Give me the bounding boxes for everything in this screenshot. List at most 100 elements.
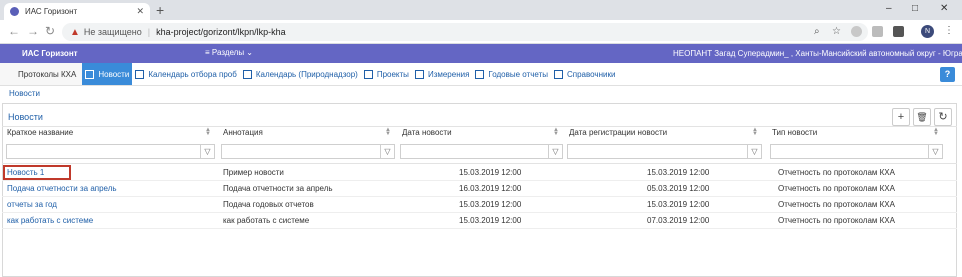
annotation-cell: Подача отчетности за апрель xyxy=(223,184,333,193)
not-secure-label: Не защищено xyxy=(83,27,142,37)
reg-date-cell: 07.03.2019 12:00 xyxy=(647,216,710,225)
nav-item-label: Новости xyxy=(98,69,130,79)
row-divider xyxy=(2,212,957,213)
app-header: ИАС Горизонт ≡ Разделы ⌄ НЕОПАНТ Загад С… xyxy=(0,44,962,63)
nav-item-projects[interactable]: Проекты xyxy=(361,63,412,85)
calendar-icon xyxy=(553,69,563,79)
date-cell: 15.03.2019 12:00 xyxy=(459,168,522,177)
column-header-reg-date[interactable]: Дата регистрации новости xyxy=(569,128,667,137)
filter-icon[interactable]: ▽ xyxy=(747,145,761,158)
sort-icon[interactable]: ▲ ▼ xyxy=(553,127,559,137)
table-top-border xyxy=(2,126,957,127)
column-header-type[interactable]: Тип новости xyxy=(772,128,817,137)
filter-name-input[interactable]: ▽ xyxy=(6,144,215,159)
browser-menu-icon[interactable]: ⋮ xyxy=(944,25,954,36)
add-button[interactable]: + xyxy=(892,108,910,126)
bookmark-star-icon[interactable]: ☆ xyxy=(832,26,841,37)
column-header-name[interactable]: Краткое название xyxy=(7,128,73,137)
new-tab-button[interactable]: + xyxy=(156,2,164,18)
user-menu[interactable]: НЕОПАНТ Загад Суперадмин_ , Ханты-Мансий… xyxy=(673,49,962,58)
annotation-cell: как работать с системе xyxy=(223,216,310,225)
date-cell: 16.03.2019 12:00 xyxy=(459,184,522,193)
nav-item-measurements[interactable]: Измерения xyxy=(412,63,472,85)
calendar-icon xyxy=(135,69,145,79)
filter-icon[interactable]: ▽ xyxy=(548,145,562,158)
tab-close-icon[interactable]: ✕ xyxy=(136,6,144,17)
column-header-date[interactable]: Дата новости xyxy=(402,128,452,137)
reg-date-cell: 15.03.2019 12:00 xyxy=(647,168,710,177)
breadcrumb[interactable]: Новости xyxy=(9,89,40,98)
selection-highlight xyxy=(3,165,71,180)
help-button[interactable]: ? xyxy=(940,67,955,82)
type-cell: Отчетность по протоколам КХА xyxy=(778,184,895,193)
news-title-link[interactable]: как работать с системе xyxy=(7,216,93,225)
nav-item-references[interactable]: Справочники xyxy=(551,63,618,85)
maximize-button[interactable]: □ xyxy=(912,3,918,14)
sort-icon[interactable]: ▲ ▼ xyxy=(933,127,939,137)
extension-icon[interactable] xyxy=(872,26,883,37)
news-title-link[interactable]: Подача отчетности за апрель xyxy=(7,184,117,193)
nav-item-label: Проекты xyxy=(376,69,409,79)
calendar-icon xyxy=(85,69,95,79)
extension-icon[interactable] xyxy=(893,26,904,37)
type-cell: Отчетность по протоколам КХА xyxy=(778,200,895,209)
app-brand[interactable]: ИАС Горизонт xyxy=(22,49,78,58)
nav-item-label: Календарь отбора проб xyxy=(148,69,237,79)
tab-title: ИАС Горизонт xyxy=(25,7,78,16)
filter-icon[interactable]: ▽ xyxy=(200,145,214,158)
nav-item-label: Календарь (Природнадзор) xyxy=(255,69,358,79)
filter-type-input[interactable]: ▽ xyxy=(770,144,943,159)
reg-date-cell: 05.03.2019 12:00 xyxy=(647,184,710,193)
nav-item-label: Измерения xyxy=(427,69,470,79)
row-divider xyxy=(2,180,957,181)
nav-item-news[interactable]: Новости xyxy=(82,63,133,85)
news-title-link[interactable]: отчеты за год xyxy=(7,200,57,209)
forward-icon[interactable]: → xyxy=(27,25,39,37)
nav-item-protocols[interactable]: Протоколы КХА xyxy=(0,63,83,85)
profile-avatar[interactable]: N xyxy=(921,25,934,38)
window-close-button[interactable]: ✕ xyxy=(940,3,948,14)
panel-title: Новости xyxy=(8,112,43,122)
zoom-icon[interactable]: ⌕ xyxy=(814,26,820,37)
sort-icon[interactable]: ▲ ▼ xyxy=(205,127,211,137)
sort-icon[interactable]: ▲ ▼ xyxy=(385,127,391,137)
type-cell: Отчетность по протоколам КХА xyxy=(778,216,895,225)
filter-icon[interactable]: ▽ xyxy=(928,145,942,158)
warning-icon: ▲ xyxy=(70,26,80,38)
url-text: kha-project/gorizont/lkpn/lkp-kha xyxy=(156,27,286,37)
filter-date-input[interactable]: ▽ xyxy=(400,144,563,159)
extension-icon[interactable] xyxy=(851,26,862,37)
url-separator: | xyxy=(147,27,151,37)
filter-reg-date-input[interactable]: ▽ xyxy=(567,144,762,159)
type-cell: Отчетность по протоколам КХА xyxy=(778,168,895,177)
back-icon[interactable]: ← xyxy=(8,25,20,37)
calendar-icon xyxy=(363,69,373,79)
calendar-icon xyxy=(242,69,252,79)
delete-button[interactable]: 🗑 xyxy=(913,108,931,126)
row-divider xyxy=(2,196,957,197)
minimize-button[interactable]: – xyxy=(886,3,892,14)
calendar-icon xyxy=(414,69,424,79)
column-header-annotation[interactable]: Аннотация xyxy=(223,128,263,137)
calendar-icon xyxy=(475,69,485,79)
browser-toolbar: ← → ↻ ▲ Не защищено | kha-project/gorizo… xyxy=(0,20,962,44)
nav-item-label: Годовые отчеты xyxy=(488,69,548,79)
sections-menu-button[interactable]: ≡ Разделы ⌄ xyxy=(205,48,253,57)
annotation-cell: Пример новости xyxy=(223,168,284,177)
browser-tabstrip: ИАС Горизонт ✕ + – □ ✕ xyxy=(0,0,962,20)
section-nav: Протоколы КХА Новости Календарь отбора п… xyxy=(0,63,962,86)
filter-annotation-input[interactable]: ▽ xyxy=(221,144,395,159)
date-cell: 15.03.2019 12:00 xyxy=(459,216,522,225)
nav-item-nature-calendar[interactable]: Календарь (Природнадзор) xyxy=(240,63,361,85)
nav-item-annual-reports[interactable]: Годовые отчеты xyxy=(472,63,551,85)
annotation-cell: Подача годовых отчетов xyxy=(223,200,314,209)
refresh-button[interactable]: ↻ xyxy=(934,108,952,126)
nav-item-sampling-calendar[interactable]: Календарь отбора проб xyxy=(132,63,240,85)
nav-item-label: Справочники xyxy=(566,69,616,79)
sort-icon[interactable]: ▲ ▼ xyxy=(752,127,758,137)
reg-date-cell: 15.03.2019 12:00 xyxy=(647,200,710,209)
address-bar[interactable]: ▲ Не защищено | kha-project/gorizont/lkp… xyxy=(62,23,868,41)
reload-icon[interactable]: ↻ xyxy=(45,25,55,37)
browser-tab[interactable]: ИАС Горизонт ✕ xyxy=(4,3,150,20)
filter-icon[interactable]: ▽ xyxy=(380,145,394,158)
